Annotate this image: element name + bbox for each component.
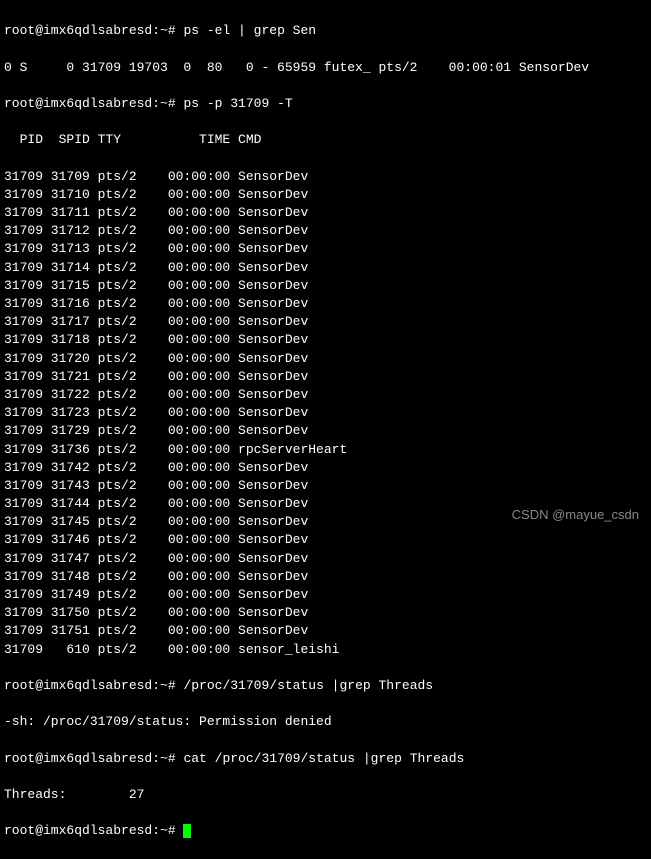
ps-row: 31709 31749 pts/2 00:00:00 SensorDev <box>4 586 647 604</box>
ps-row: 31709 31722 pts/2 00:00:00 SensorDev <box>4 386 647 404</box>
cmd4-output: Threads: 27 <box>4 786 647 804</box>
prompt: root@imx6qdlsabresd:~# <box>4 678 176 693</box>
command-3: /proc/31709/status |grep Threads <box>183 678 433 693</box>
ps-row: 31709 31746 pts/2 00:00:00 SensorDev <box>4 531 647 549</box>
ps-row: 31709 31720 pts/2 00:00:00 SensorDev <box>4 350 647 368</box>
prompt-line-4: root@imx6qdlsabresd:~# cat /proc/31709/s… <box>4 750 647 768</box>
ps-row: 31709 31721 pts/2 00:00:00 SensorDev <box>4 368 647 386</box>
ps-row: 31709 31717 pts/2 00:00:00 SensorDev <box>4 313 647 331</box>
ps-output-rows: 31709 31709 pts/2 00:00:00 SensorDev3170… <box>4 168 647 659</box>
prompt-line-2: root@imx6qdlsabresd:~# ps -p 31709 -T <box>4 95 647 113</box>
ps-row: 31709 31718 pts/2 00:00:00 SensorDev <box>4 331 647 349</box>
watermark: CSDN @mayue_csdn <box>512 506 639 524</box>
ps-row: 31709 31709 pts/2 00:00:00 SensorDev <box>4 168 647 186</box>
ps-row: 31709 31710 pts/2 00:00:00 SensorDev <box>4 186 647 204</box>
prompt: root@imx6qdlsabresd:~# <box>4 823 176 838</box>
ps-row: 31709 31747 pts/2 00:00:00 SensorDev <box>4 550 647 568</box>
ps-row: 31709 31712 pts/2 00:00:00 SensorDev <box>4 222 647 240</box>
ps-row: 31709 31743 pts/2 00:00:00 SensorDev <box>4 477 647 495</box>
prompt-line-1: root@imx6qdlsabresd:~# ps -el | grep Sen <box>4 22 647 40</box>
command-2: ps -p 31709 -T <box>183 96 292 111</box>
ps-row: 31709 31750 pts/2 00:00:00 SensorDev <box>4 604 647 622</box>
prompt: root@imx6qdlsabresd:~# <box>4 96 176 111</box>
ps-row: 31709 31751 pts/2 00:00:00 SensorDev <box>4 622 647 640</box>
ps-row: 31709 31723 pts/2 00:00:00 SensorDev <box>4 404 647 422</box>
ps-row: 31709 31713 pts/2 00:00:00 SensorDev <box>4 240 647 258</box>
cmd1-output: 0 S 0 31709 19703 0 80 0 - 65959 futex_ … <box>4 59 647 77</box>
command-1: ps -el | grep Sen <box>183 23 316 38</box>
ps-row: 31709 31714 pts/2 00:00:00 SensorDev <box>4 259 647 277</box>
ps-header: PID SPID TTY TIME CMD <box>4 131 647 149</box>
cmd3-output: -sh: /proc/31709/status: Permission deni… <box>4 713 647 731</box>
ps-row: 31709 31748 pts/2 00:00:00 SensorDev <box>4 568 647 586</box>
ps-row: 31709 610 pts/2 00:00:00 sensor_leishi <box>4 641 647 659</box>
ps-row: 31709 31729 pts/2 00:00:00 SensorDev <box>4 422 647 440</box>
prompt-line-3: root@imx6qdlsabresd:~# /proc/31709/statu… <box>4 677 647 695</box>
ps-row: 31709 31716 pts/2 00:00:00 SensorDev <box>4 295 647 313</box>
cursor[interactable] <box>183 824 191 838</box>
ps-row: 31709 31715 pts/2 00:00:00 SensorDev <box>4 277 647 295</box>
command-4: cat /proc/31709/status |grep Threads <box>183 751 464 766</box>
ps-row: 31709 31711 pts/2 00:00:00 SensorDev <box>4 204 647 222</box>
terminal[interactable]: root@imx6qdlsabresd:~# ps -el | grep Sen… <box>4 4 647 859</box>
prompt-line-5: root@imx6qdlsabresd:~# <box>4 822 647 840</box>
prompt: root@imx6qdlsabresd:~# <box>4 751 176 766</box>
ps-row: 31709 31742 pts/2 00:00:00 SensorDev <box>4 459 647 477</box>
ps-row: 31709 31736 pts/2 00:00:00 rpcServerHear… <box>4 441 647 459</box>
prompt: root@imx6qdlsabresd:~# <box>4 23 176 38</box>
